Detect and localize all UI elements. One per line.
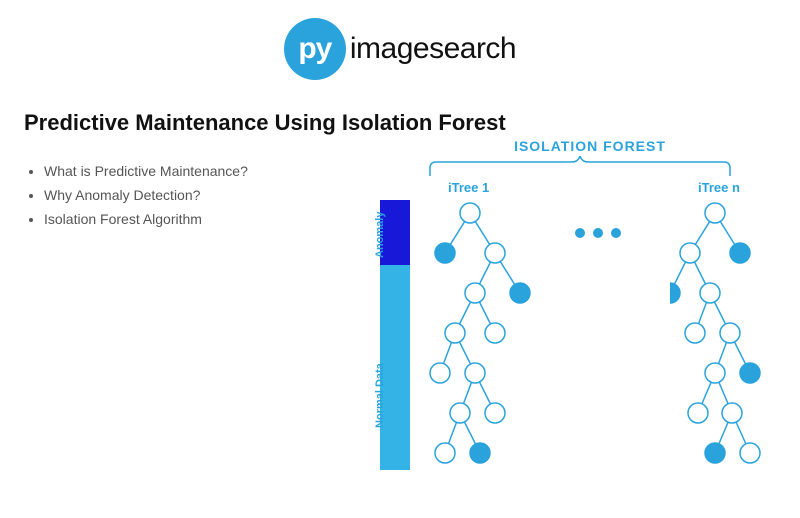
itree-n bbox=[670, 198, 790, 493]
ellipsis-icon bbox=[575, 228, 621, 238]
logo-py-text: py bbox=[298, 32, 331, 66]
brand-logo: py imagesearch bbox=[0, 18, 800, 80]
tree2-label: iTree n bbox=[698, 180, 740, 195]
anomaly-label: Anomaly bbox=[374, 212, 386, 258]
page-title: Predictive Maintenance Using Isolation F… bbox=[24, 110, 800, 136]
logo-circle-icon: py bbox=[284, 18, 346, 80]
normal-data-label: Normal Data bbox=[374, 363, 386, 428]
itree-1 bbox=[420, 198, 540, 493]
isolation-forest-diagram: ISOLATION FOREST iTree 1 iTree n Anomaly… bbox=[390, 138, 790, 498]
tree1-label: iTree 1 bbox=[448, 180, 489, 195]
bracket-icon bbox=[420, 156, 740, 176]
forest-label: ISOLATION FOREST bbox=[390, 138, 790, 154]
logo-rest-text: imagesearch bbox=[350, 32, 516, 66]
data-bar: Anomaly Normal Data bbox=[380, 200, 410, 470]
